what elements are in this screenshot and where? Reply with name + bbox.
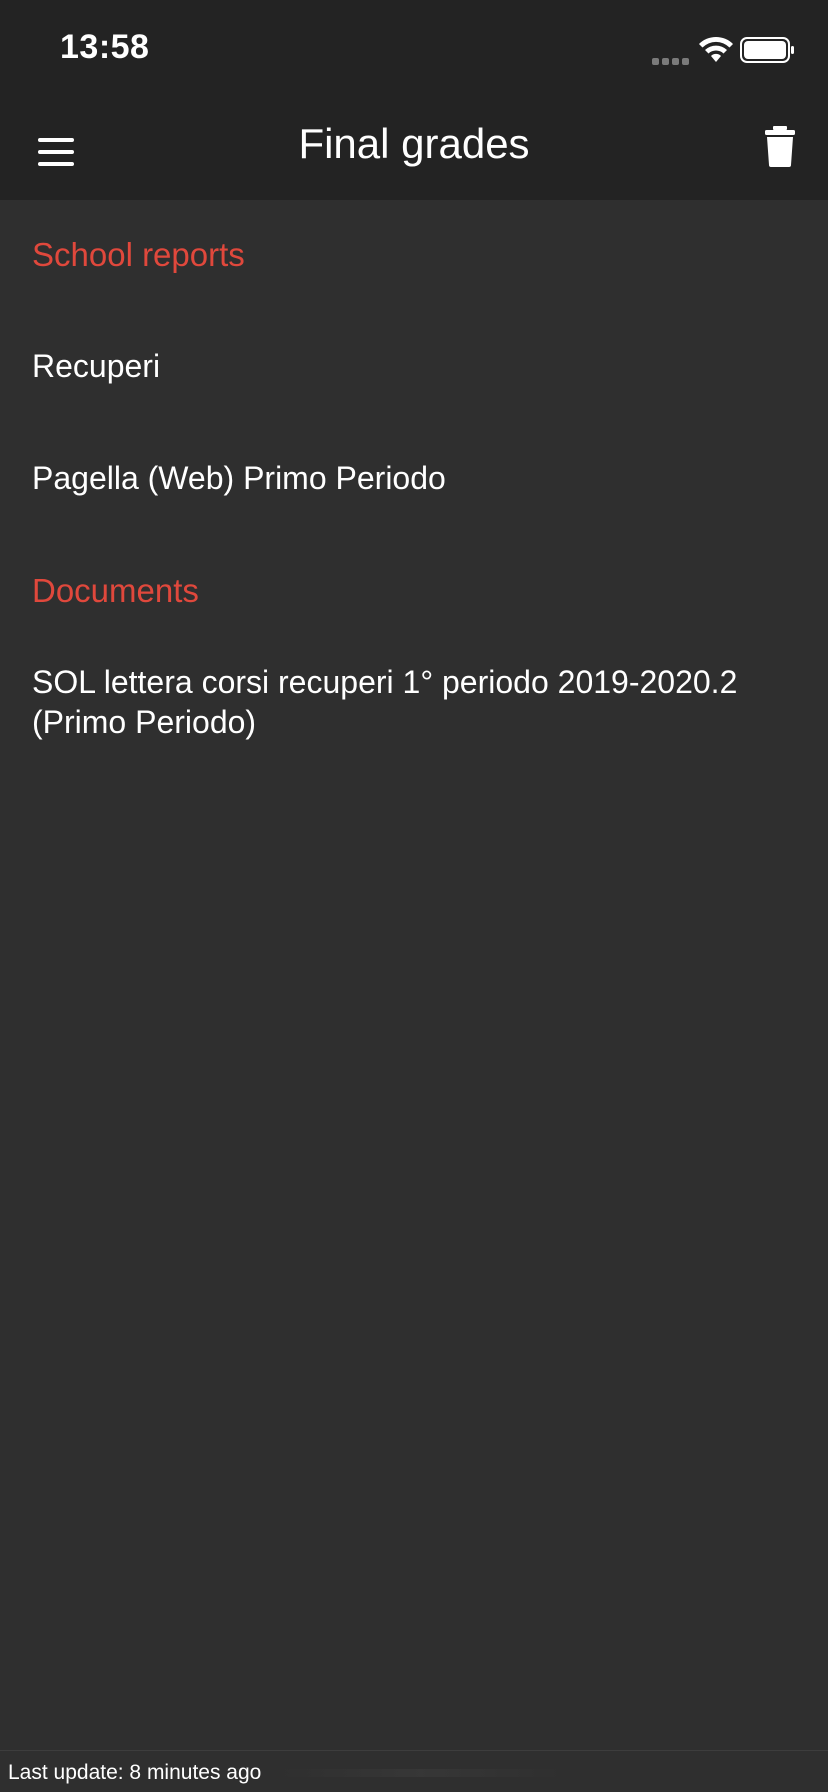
trash-icon[interactable] <box>762 124 798 168</box>
footer-bar: Last update: 8 minutes ago <box>0 1750 828 1792</box>
last-update-text: Last update: 8 minutes ago <box>8 1761 262 1784</box>
list-item-pagella-primo-periodo[interactable]: Pagella (Web) Primo Periodo <box>32 458 802 498</box>
footer-progress-fade <box>280 1769 562 1777</box>
battery-icon <box>740 37 794 63</box>
list-item-recuperi[interactable]: Recuperi <box>32 346 802 386</box>
cellular-signal-icon <box>652 52 692 70</box>
section-header-documents: Documents <box>32 572 199 609</box>
navigation-bar: Final grades <box>0 100 828 200</box>
section-header-school-reports: School reports <box>32 236 245 273</box>
wifi-icon <box>699 36 733 62</box>
status-time: 13:58 <box>60 28 150 66</box>
status-bar: 13:58 <box>0 0 828 100</box>
list-item-sol-lettera-corsi-recuperi[interactable]: SOL lettera corsi recuperi 1° periodo 20… <box>32 662 802 742</box>
page-title: Final grades <box>298 120 530 167</box>
